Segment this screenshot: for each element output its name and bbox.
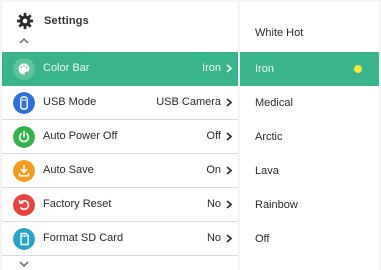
option-arctic[interactable]: Arctic bbox=[240, 120, 379, 154]
option-label: Iron bbox=[255, 63, 274, 75]
setting-row-usb-mode[interactable]: USB Mode USB Camera bbox=[2, 86, 238, 120]
option-label: Rainbow bbox=[255, 199, 298, 211]
settings-header: Settings bbox=[2, 2, 238, 50]
save-download-icon bbox=[13, 160, 35, 182]
setting-label: Auto Save bbox=[43, 164, 94, 176]
option-iron[interactable]: Iron bbox=[240, 52, 379, 86]
chevron-right-icon bbox=[226, 234, 232, 243]
usb-icon bbox=[13, 92, 35, 114]
settings-list: Color Bar Iron USB Mode USB Camera Auto … bbox=[2, 52, 238, 256]
setting-value: Off bbox=[206, 130, 221, 142]
color-bar-options-panel: White Hot Iron Medical Arctic Lava Rainb… bbox=[240, 2, 379, 270]
setting-label: USB Mode bbox=[43, 96, 97, 108]
option-white-hot[interactable]: White Hot bbox=[240, 16, 379, 50]
reset-icon bbox=[13, 194, 35, 216]
gear-icon bbox=[16, 12, 34, 30]
option-medical[interactable]: Medical bbox=[240, 86, 379, 120]
setting-label: Factory Reset bbox=[43, 198, 112, 210]
setting-row-format-sd-card[interactable]: Format SD Card No bbox=[2, 222, 238, 256]
setting-row-auto-power-off[interactable]: Auto Power Off Off bbox=[2, 120, 238, 154]
setting-row-auto-save[interactable]: Auto Save On bbox=[2, 154, 238, 188]
page-title: Settings bbox=[44, 15, 89, 27]
setting-value: No bbox=[206, 232, 221, 244]
setting-label: Format SD Card bbox=[43, 232, 124, 244]
scroll-down-icon[interactable] bbox=[19, 260, 29, 268]
sd-card-icon bbox=[13, 228, 35, 250]
setting-label: Color Bar bbox=[43, 62, 90, 74]
setting-row-factory-reset[interactable]: Factory Reset No bbox=[2, 188, 238, 222]
chevron-right-icon bbox=[226, 166, 232, 175]
setting-value: On bbox=[206, 164, 221, 176]
chevron-right-icon bbox=[226, 98, 232, 107]
setting-value: USB Camera bbox=[156, 96, 221, 108]
chevron-right-icon bbox=[226, 200, 232, 209]
setting-value: Iron bbox=[202, 62, 221, 74]
option-rainbow[interactable]: Rainbow bbox=[240, 188, 379, 222]
power-icon bbox=[13, 126, 35, 148]
option-label: White Hot bbox=[255, 27, 304, 39]
option-label: Off bbox=[255, 233, 270, 245]
device-screen: Settings Color Bar Iron USB Mode USB Cam… bbox=[0, 0, 381, 270]
chevron-right-icon bbox=[226, 132, 232, 141]
scroll-up-icon[interactable] bbox=[19, 37, 29, 45]
setting-label: Auto Power Off bbox=[43, 130, 118, 142]
settings-panel: Settings Color Bar Iron USB Mode USB Cam… bbox=[2, 2, 238, 270]
option-lava[interactable]: Lava bbox=[240, 154, 379, 188]
palette-icon bbox=[13, 58, 35, 80]
setting-row-color-bar[interactable]: Color Bar Iron bbox=[2, 52, 238, 86]
option-off[interactable]: Off bbox=[240, 222, 379, 256]
option-label: Arctic bbox=[255, 131, 283, 143]
option-label: Lava bbox=[255, 165, 279, 177]
setting-value: No bbox=[206, 198, 221, 210]
option-label: Medical bbox=[255, 97, 293, 109]
chevron-right-icon bbox=[226, 64, 232, 73]
selected-indicator-dot bbox=[354, 65, 362, 73]
